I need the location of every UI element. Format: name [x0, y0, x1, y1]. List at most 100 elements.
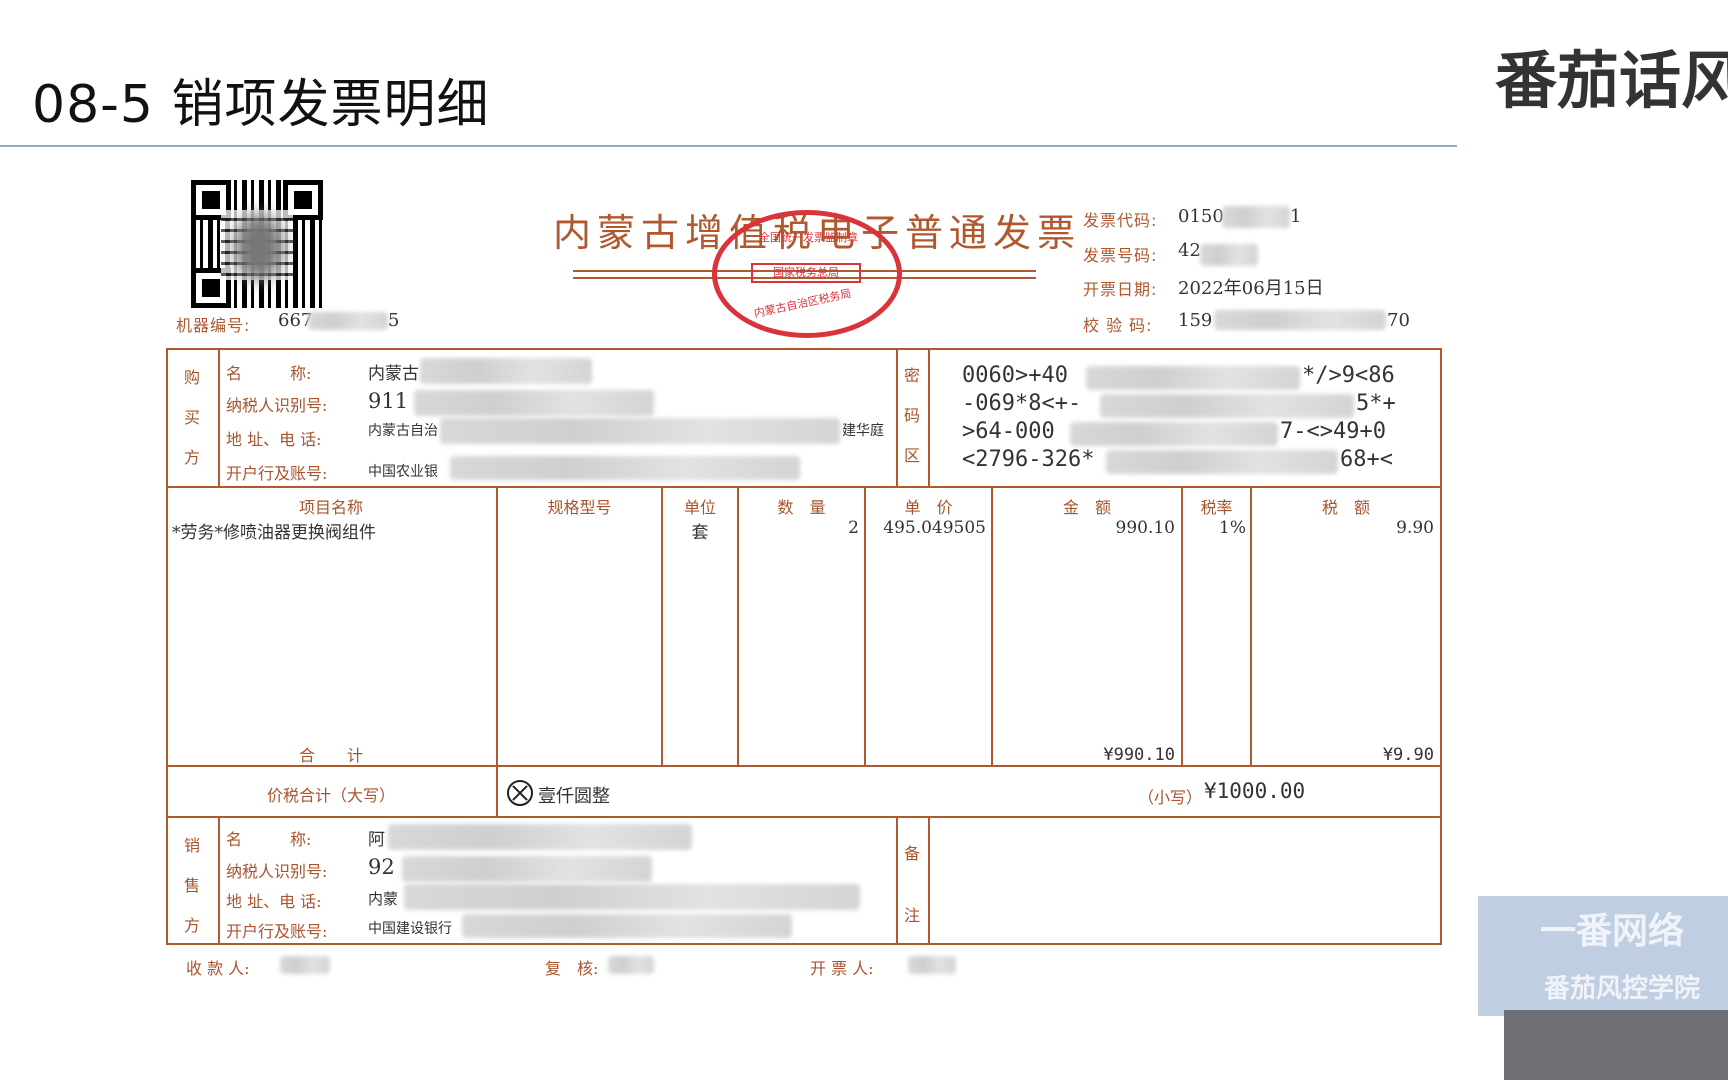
invoice-code-suffix: 1: [1290, 206, 1302, 227]
row-divider-total: [166, 816, 1442, 818]
grand-total-lowercase-label: （小写）: [1138, 788, 1203, 807]
redacted-seller-bank: [462, 914, 792, 938]
buyer-side-label-3: 方: [183, 448, 200, 467]
grand-total-lowercase-value: ¥1000.00: [1204, 779, 1306, 803]
seller-bank-label: 开户行及账号:: [226, 922, 328, 941]
col-divider-1: [496, 486, 498, 816]
seller-tax-value: 92: [368, 855, 395, 879]
item-amount: 990.10: [1115, 518, 1175, 538]
seal-middle-text: 国家税务总局: [773, 266, 839, 279]
redacted-payee: [280, 956, 330, 974]
seal-top-text: 全国统一发票监制章: [759, 231, 858, 244]
invoice-code-label: 发票代码:: [1083, 211, 1158, 230]
cipher-tail-4: 68+<: [1340, 447, 1393, 472]
redacted-check: [1214, 310, 1386, 330]
title-divider: [0, 145, 1457, 147]
total-tax: ¥9.90: [1382, 745, 1434, 765]
buyer-tax-label: 纳税人识别号:: [226, 396, 328, 415]
redacted-number: [1200, 244, 1258, 266]
remarks-side-label-2: 注: [903, 906, 920, 925]
cipher-side-label-2: 码: [903, 406, 920, 425]
seller-addr-value: 内蒙: [368, 890, 399, 908]
machine-number-suffix: 5: [388, 310, 400, 331]
invoice-number-label: 发票号码:: [1083, 246, 1158, 265]
grand-total-uppercase: 壹仟圆整: [538, 786, 610, 807]
item-price: 495.049505: [883, 518, 986, 538]
cipher-tail-3: 7-<>49+0: [1280, 419, 1386, 444]
remarks-side-label-1: 备: [903, 844, 920, 863]
buyer-side-label-2: 买: [183, 408, 200, 427]
redacted-code: [1222, 206, 1290, 228]
redacted-machine: [308, 312, 388, 330]
redacted-buyer-addr: [440, 418, 840, 444]
cipher-divider-right: [928, 348, 930, 487]
buyer-bank-value: 中国农业银: [368, 464, 438, 480]
cipher-line-2: -069*8<+-: [962, 391, 1082, 416]
cipher-line-4: <2796-326*: [962, 447, 1095, 472]
col-header-amount: 金 额: [1062, 498, 1111, 517]
check-code-value: 159: [1178, 310, 1213, 331]
seller-name-label: 名 称:: [226, 830, 312, 849]
redacted-buyer-tax: [414, 390, 654, 416]
grand-total-label: 价税合计（大写）: [266, 786, 395, 805]
seller-side-label-1: 销: [183, 836, 200, 855]
cancel-cross-icon: [507, 780, 533, 806]
slide-title: 08-5 销项发票明细: [32, 75, 490, 135]
col-header-price: 单 价: [904, 498, 953, 517]
buyer-name-value: 内蒙古: [368, 364, 419, 384]
invoice-date-value: 2022年06月15日: [1178, 278, 1324, 299]
item-rate: 1%: [1219, 518, 1246, 538]
machine-number-label: 机器编号:: [176, 316, 251, 335]
watermark-overlay: 一番网络 番茄风控学院: [1478, 896, 1728, 1016]
col-header-tax: 税 额: [1321, 498, 1370, 517]
buyer-side-label-1: 购: [183, 368, 200, 387]
watermark-line-2: 番茄风控学院: [1544, 974, 1701, 1004]
item-name: *劳务*修喷油器更换阀组件: [172, 523, 376, 543]
seller-side-label-3: 方: [183, 916, 200, 935]
redacted-cipher-4: [1106, 450, 1338, 474]
cipher-line-1: 0060>+40: [962, 363, 1068, 388]
seal-bottom-text: 内蒙古自治区税务局: [752, 286, 853, 321]
col-header-qty: 数 量: [777, 498, 826, 517]
redacted-buyer-bank: [450, 456, 800, 480]
redacted-cipher-1: [1086, 366, 1300, 390]
qr-code: [191, 180, 323, 308]
remarks-divider-left: [896, 816, 898, 945]
col-header-unit: 单位: [683, 498, 716, 517]
buyer-tax-value: 911: [368, 389, 409, 413]
item-qty: 2: [848, 518, 859, 538]
total-amount: ¥990.10: [1103, 745, 1175, 765]
redacted-seller-name: [388, 824, 692, 850]
drawer-label: 开 票 人:: [810, 959, 874, 978]
redacted-seller-addr: [404, 884, 860, 910]
cipher-line-3: >64-000: [962, 419, 1055, 444]
total-label: 合 计: [298, 746, 363, 765]
watermark-line-1: 一番网络: [1540, 910, 1685, 952]
invoice-date-label: 开票日期:: [1083, 280, 1158, 299]
item-unit: 套: [691, 523, 709, 543]
invoice-code-value: 0150: [1178, 206, 1224, 227]
invoice-number-value: 42: [1178, 240, 1201, 261]
video-corner-panel: [1504, 1010, 1728, 1080]
remarks-divider-right: [928, 816, 930, 945]
reviewer-label: 复 核:: [545, 959, 599, 978]
redacted-cipher-2: [1100, 394, 1354, 418]
tax-seal: 全国统一发票监制章 国家税务总局 内蒙古自治区税务局: [712, 210, 902, 338]
cipher-side-label-3: 区: [903, 446, 920, 465]
buyer-name-label: 名 称:: [226, 364, 312, 383]
col-header-rate: 税率: [1200, 498, 1233, 517]
seller-bank-value: 中国建设银行: [368, 921, 452, 937]
cipher-divider-left: [896, 348, 898, 487]
seller-side-divider: [218, 816, 220, 945]
check-code-suffix: 70: [1387, 310, 1410, 331]
buyer-addr-tail: 建华庭: [842, 423, 884, 439]
col-header-spec: 规格型号: [547, 498, 612, 517]
cipher-tail-1: */>9<86: [1302, 363, 1395, 388]
cipher-side-label-1: 密: [903, 366, 920, 385]
buyer-side-divider: [218, 348, 220, 487]
cipher-tail-2: 5*+: [1356, 391, 1396, 416]
redacted-reviewer: [608, 956, 654, 974]
redacted-cipher-3: [1070, 422, 1278, 446]
item-tax: 9.90: [1396, 518, 1434, 538]
buyer-bank-label: 开户行及账号:: [226, 464, 328, 483]
